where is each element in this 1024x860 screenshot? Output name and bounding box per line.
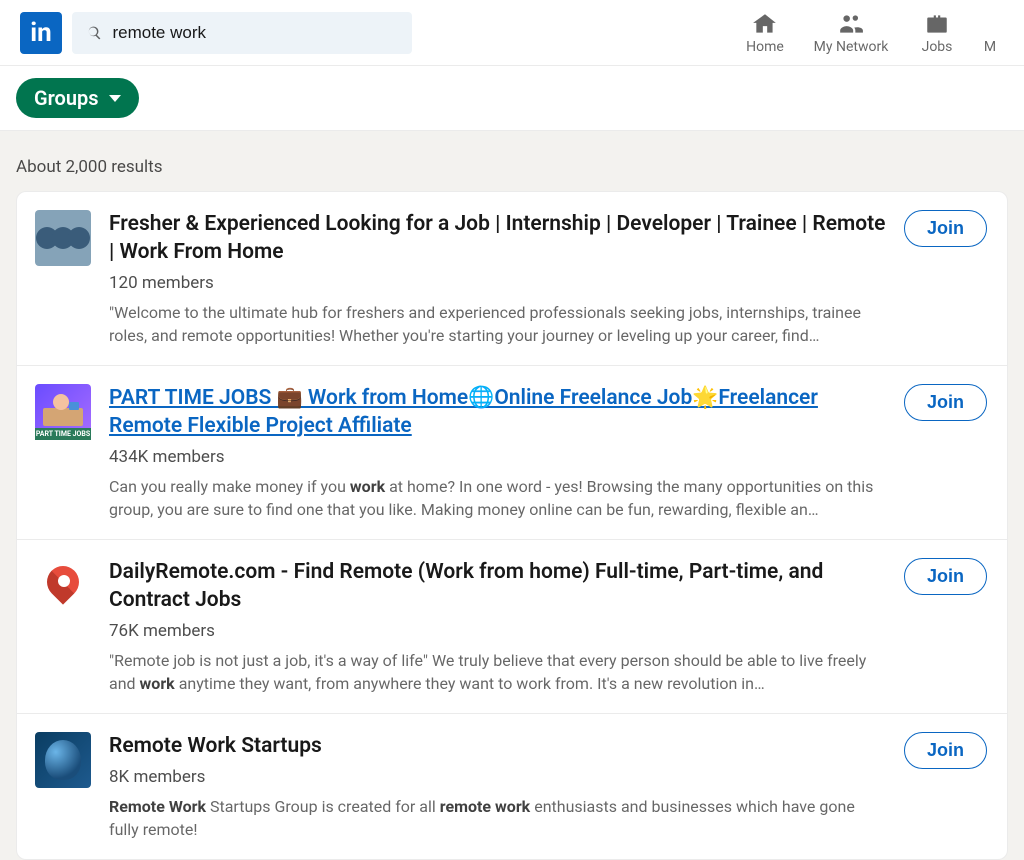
group-title[interactable]: DailyRemote.com - Find Remote (Work from… <box>109 558 888 615</box>
global-nav: in Home My Network Jobs M <box>0 0 1024 66</box>
group-avatar[interactable] <box>35 732 91 788</box>
nav-jobs[interactable]: Jobs <box>894 11 980 55</box>
results-count: About 2,000 results <box>16 157 1008 177</box>
nav-more-cut[interactable]: M <box>980 11 1000 55</box>
results-card: Fresher & Experienced Looking for a Job … <box>16 191 1008 860</box>
nav-jobs-label: Jobs <box>922 39 953 55</box>
join-button[interactable]: Join <box>904 732 987 769</box>
group-members: 120 members <box>109 273 888 293</box>
join-button[interactable]: Join <box>904 210 987 247</box>
group-description: Can you really make money if you work at… <box>109 475 888 521</box>
group-members: 434K members <box>109 447 888 467</box>
group-members: 76K members <box>109 621 888 641</box>
group-title[interactable]: Fresher & Experienced Looking for a Job … <box>109 210 888 267</box>
join-button[interactable]: Join <box>904 384 987 421</box>
nav-items: Home My Network Jobs M <box>722 11 1000 55</box>
people-icon <box>838 11 864 37</box>
group-title[interactable]: PART TIME JOBS 💼 Work from Home🌐Online F… <box>109 384 888 441</box>
group-avatar[interactable] <box>35 210 91 266</box>
group-avatar[interactable] <box>35 558 91 614</box>
nav-network[interactable]: My Network <box>808 11 894 55</box>
group-title[interactable]: Remote Work Startups <box>109 732 888 760</box>
briefcase-icon <box>924 11 950 37</box>
search-box[interactable] <box>72 12 412 54</box>
search-icon <box>86 24 102 42</box>
group-members: 8K members <box>109 767 888 787</box>
filter-label: Groups <box>34 86 99 110</box>
group-description: "Remote job is not just a job, it's a wa… <box>109 649 888 695</box>
group-row: DailyRemote.com - Find Remote (Work from… <box>17 540 1007 714</box>
nav-network-label: My Network <box>814 39 889 55</box>
group-row: Remote Work Startups 8K members Remote W… <box>17 714 1007 859</box>
group-body: PART TIME JOBS 💼 Work from Home🌐Online F… <box>109 384 904 521</box>
group-body: DailyRemote.com - Find Remote (Work from… <box>109 558 904 695</box>
group-description: Remote Work Startups Group is created fo… <box>109 795 888 841</box>
filter-bar: Groups <box>0 66 1024 131</box>
group-body: Remote Work Startups 8K members Remote W… <box>109 732 904 841</box>
group-avatar[interactable]: PART TIME JOBS <box>35 384 91 440</box>
nav-home-label: Home <box>746 39 784 55</box>
nav-more-label: M <box>984 39 996 55</box>
home-icon <box>752 11 778 37</box>
group-description: "Welcome to the ultimate hub for fresher… <box>109 301 888 347</box>
group-row: Fresher & Experienced Looking for a Job … <box>17 192 1007 366</box>
join-button[interactable]: Join <box>904 558 987 595</box>
chevron-down-icon <box>109 95 121 102</box>
nav-home[interactable]: Home <box>722 11 808 55</box>
content: About 2,000 results Fresher & Experience… <box>0 131 1024 860</box>
group-body: Fresher & Experienced Looking for a Job … <box>109 210 904 347</box>
linkedin-logo[interactable]: in <box>20 12 62 54</box>
group-row: PART TIME JOBS PART TIME JOBS 💼 Work fro… <box>17 366 1007 540</box>
search-input[interactable] <box>112 23 398 43</box>
filter-groups-pill[interactable]: Groups <box>16 78 139 118</box>
